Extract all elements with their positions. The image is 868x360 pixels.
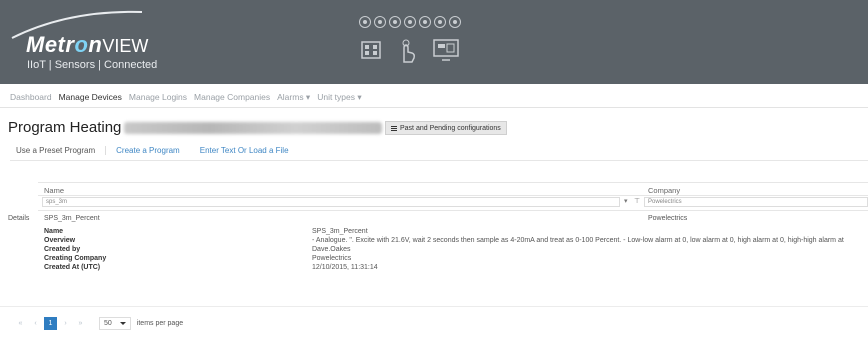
detail-label-created-at: Created At (UTC) bbox=[44, 264, 101, 271]
detail-value-created-at: 12/10/2015, 11:31:14 bbox=[312, 264, 378, 271]
first-page-button[interactable]: « bbox=[14, 317, 27, 330]
tab-use-preset-program[interactable]: Use a Preset Program bbox=[16, 146, 107, 155]
nav-divider bbox=[0, 107, 868, 108]
monitor-icon bbox=[433, 39, 459, 61]
program-tabs: Use a Preset Program Create a Program En… bbox=[16, 146, 309, 155]
feature-circle-icon bbox=[374, 16, 386, 28]
nav-item-manage-companies[interactable]: Manage Companies bbox=[194, 92, 270, 103]
past-pending-configurations-button[interactable]: Past and Pending configurations bbox=[385, 121, 507, 135]
grid-filter-line bbox=[38, 210, 868, 211]
detail-value-created-by: Dave.Oakes bbox=[312, 246, 351, 253]
app-header: MetronVIEW IIoT | Sensors | Connected bbox=[0, 0, 868, 84]
row-company-cell: Powelectrics bbox=[648, 215, 688, 222]
page-size-select[interactable]: 50 bbox=[99, 317, 131, 330]
tabs-divider bbox=[10, 160, 868, 161]
feature-circle-icon bbox=[404, 16, 416, 28]
feature-circle-icon bbox=[419, 16, 431, 28]
main-nav: Dashboard Manage Devices Manage Logins M… bbox=[10, 92, 362, 103]
page-title: Program Heating bbox=[8, 119, 122, 136]
detail-label-overview: Overview bbox=[44, 237, 76, 244]
redacted-device-name bbox=[124, 122, 382, 134]
detail-labels: Name Overview Created by Creating Compan… bbox=[44, 227, 106, 272]
hand-touch-icon bbox=[402, 39, 415, 63]
tab-create-program[interactable]: Create a Program bbox=[116, 146, 190, 155]
chevron-down-icon bbox=[119, 322, 126, 325]
grid-header-line bbox=[38, 195, 868, 196]
tab-enter-text-or-load-file[interactable]: Enter Text Or Load a File bbox=[200, 146, 299, 155]
details-toggle[interactable]: Details bbox=[8, 215, 29, 222]
prev-page-button[interactable]: ‹ bbox=[29, 317, 42, 330]
grid-top-line bbox=[38, 182, 868, 183]
detail-values: SPS_3m_Percent - Analogue. ". Excite wit… bbox=[312, 227, 844, 272]
list-icon bbox=[391, 125, 397, 131]
feature-circle-icon bbox=[389, 16, 401, 28]
nav-item-manage-devices[interactable]: Manage Devices bbox=[59, 92, 122, 103]
pager: « ‹ 1 › » 50 items per page bbox=[14, 317, 183, 330]
items-per-page-label: items per page bbox=[136, 320, 184, 327]
next-page-button[interactable]: › bbox=[59, 317, 72, 330]
feature-illustration bbox=[360, 38, 460, 64]
building-icon bbox=[361, 41, 381, 59]
last-page-button[interactable]: » bbox=[74, 317, 87, 330]
detail-label-name: Name bbox=[44, 228, 64, 235]
nav-item-manage-logins[interactable]: Manage Logins bbox=[129, 92, 187, 103]
detail-value-overview: - Analogue. ". Excite with 21.6V, wait 2… bbox=[312, 237, 844, 244]
nav-item-dashboard[interactable]: Dashboard bbox=[10, 92, 52, 103]
pager-divider bbox=[0, 306, 868, 307]
page-size-value: 50 bbox=[104, 320, 112, 327]
filter-row: sps_3m ▾ ⊤ Powelectrics bbox=[38, 197, 868, 208]
nav-item-unit-types[interactable]: Unit types ▾ bbox=[317, 92, 361, 103]
detail-label-created-by: Created by bbox=[44, 246, 81, 253]
feature-circle-icon bbox=[449, 16, 461, 28]
company-filter-input[interactable]: Powelectrics bbox=[644, 197, 868, 207]
filter-icon[interactable]: ▾ bbox=[624, 197, 628, 205]
column-header-company[interactable]: Company bbox=[648, 186, 680, 195]
current-page-button[interactable]: 1 bbox=[44, 317, 57, 330]
detail-label-creating-company: Creating Company bbox=[44, 255, 107, 262]
row-name-cell[interactable]: SPS_3m_Percent bbox=[44, 215, 100, 222]
detail-value-creating-company: Powelectrics bbox=[312, 255, 352, 262]
feature-icon-row bbox=[359, 16, 461, 28]
feature-circle-icon bbox=[434, 16, 446, 28]
config-button-label: Past and Pending configurations bbox=[400, 124, 501, 132]
feature-circle-icon bbox=[359, 16, 371, 28]
brand-logo: MetronVIEW bbox=[26, 32, 149, 57]
filter-icon[interactable]: ⊤ bbox=[634, 197, 640, 205]
name-filter-input[interactable]: sps_3m bbox=[42, 197, 620, 207]
nav-item-alarms[interactable]: Alarms ▾ bbox=[277, 92, 310, 103]
column-header-name[interactable]: Name bbox=[44, 186, 64, 195]
detail-value-name: SPS_3m_Percent bbox=[312, 228, 368, 235]
brand-tagline: IIoT | Sensors | Connected bbox=[27, 59, 158, 71]
